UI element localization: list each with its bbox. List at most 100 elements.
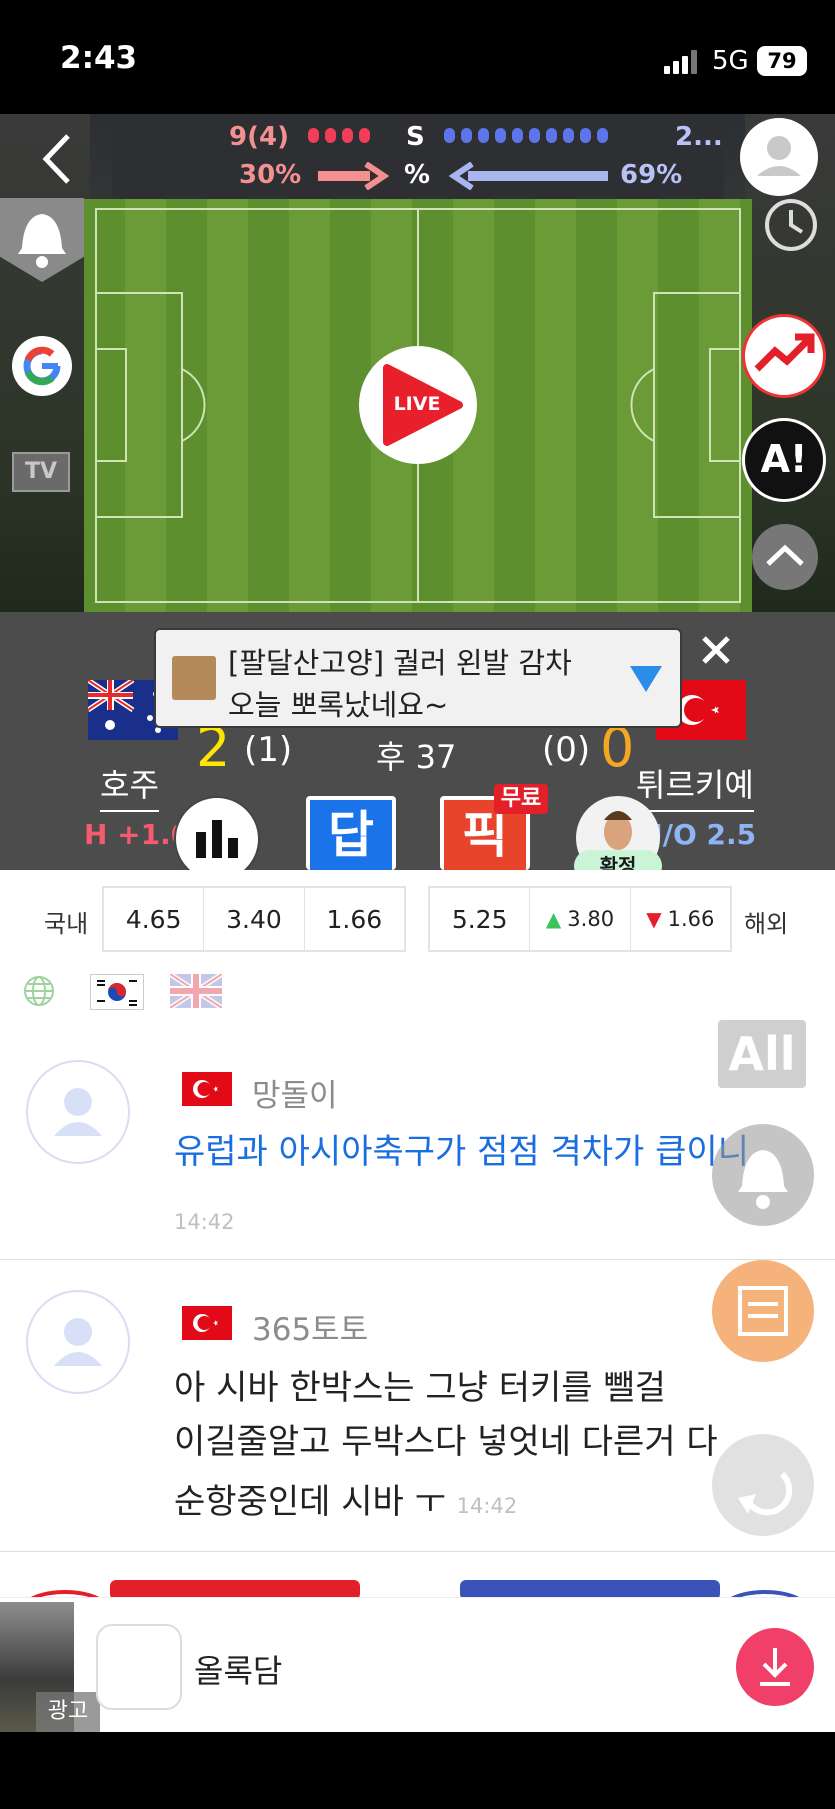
overseas-odd-loss[interactable]: ▼ 1.66: [631, 888, 730, 950]
domestic-odd-loss[interactable]: 1.66: [305, 888, 404, 950]
google-icon: [23, 346, 61, 386]
chat-popup-line2: 오늘 뽀록났네요~: [228, 688, 449, 722]
possession-label: %: [404, 160, 431, 190]
clock-icon: [765, 199, 817, 251]
all-filter-button[interactable]: All: [718, 1020, 806, 1088]
korea-flag-button[interactable]: [90, 974, 144, 1010]
ad-label: 광고: [36, 1692, 100, 1732]
home-half-score: (1): [244, 730, 293, 770]
overseas-odd-win[interactable]: 5.25: [430, 888, 531, 950]
chat-popup-line1: [팔달산고양] 궐러 왼발 감차: [228, 646, 572, 680]
match-time: 후 37: [376, 738, 457, 776]
history-button[interactable]: [760, 194, 822, 256]
battery-indicator: 79: [757, 46, 807, 76]
odds-row: 국내 4.65 3.40 1.66 5.25 ▲ 3.80 ▼ 1.66 해외: [0, 870, 835, 970]
bar-chart-icon: [196, 820, 238, 858]
live-play-button[interactable]: LIVE: [359, 346, 477, 464]
shots-left-dots: [308, 128, 376, 147]
match-stats-bar: 9(4) S 2... 30% % 69%: [112, 114, 724, 199]
home-indicator-area: [0, 1732, 835, 1809]
uk-flag-button[interactable]: [168, 971, 224, 1011]
possession-right: 69%: [620, 160, 683, 190]
chevron-up-icon: [766, 544, 804, 566]
comment-item: 365토토 아 시바 한박스는 그냥 터키를 뺄걸 이길줄알고 두박스다 넣엇네…: [0, 1260, 835, 1552]
download-button[interactable]: [736, 1628, 814, 1706]
triangle-up-icon: ▲: [545, 907, 562, 931]
back-button[interactable]: [30, 124, 90, 194]
user-icon: [54, 1088, 102, 1136]
ai-button[interactable]: A!: [742, 418, 826, 502]
uk-flag-icon: [168, 971, 224, 1011]
korea-flag-icon: [97, 980, 137, 1006]
user-icon: [757, 136, 801, 176]
arrow-left-icon: [448, 161, 608, 194]
refresh-icon: [738, 1471, 793, 1516]
chevron-left-icon: [42, 134, 70, 184]
triangle-down-icon: [630, 666, 662, 692]
close-popup-button[interactable]: [696, 630, 736, 670]
shots-right-dots: [444, 128, 614, 147]
comment-item: 망돌이 유럽과 아시아축구가 점점 격차가 큽이니 14:42: [0, 1030, 835, 1260]
tv-button[interactable]: TV: [12, 452, 70, 492]
ad-banner[interactable]: 광고 올록담: [0, 1597, 835, 1732]
answer-label: 답: [310, 800, 392, 870]
overseas-label: 해외: [744, 910, 789, 938]
comment-text-line1: 아 시바 한박스는 그냥 터키를 뺄걸: [174, 1368, 666, 1408]
possession-left: 30%: [239, 160, 302, 190]
turkey-flag-icon: [182, 1072, 232, 1106]
document-icon: [738, 1286, 788, 1336]
memo-float-button[interactable]: [712, 1260, 814, 1362]
status-bar: 2:43 5G 79: [0, 0, 835, 114]
shots-label: S: [406, 122, 425, 152]
close-icon: [702, 636, 730, 664]
answer-button[interactable]: 답: [306, 796, 396, 870]
status-time: 2:43: [60, 40, 138, 76]
domestic-odd-win[interactable]: 4.65: [104, 888, 205, 950]
app-icon: [96, 1624, 182, 1710]
comment-time: 14:42: [456, 1494, 518, 1518]
overseas-odd-draw[interactable]: ▲ 3.80: [530, 888, 631, 950]
comment-avatar: [26, 1290, 130, 1394]
comment-text: 유럽과 아시아축구가 점점 격차가 큽이니: [174, 1132, 749, 1172]
home-team-name[interactable]: 호주: [100, 760, 159, 812]
domestic-odd-draw[interactable]: 3.40: [204, 888, 305, 950]
match-visual-area: 9(4) S 2... 30% % 69% LIVE TV A!: [0, 114, 835, 612]
domestic-odds: 4.65 3.40 1.66: [102, 886, 406, 952]
shots-left: 9(4): [229, 122, 289, 152]
arrow-right-icon: [318, 161, 390, 194]
google-button[interactable]: [12, 336, 72, 396]
trend-button[interactable]: [742, 314, 826, 398]
next-comment-preview: [0, 1560, 835, 1600]
scroll-up-button[interactable]: [752, 524, 818, 590]
comment-text-line3: 순항중인데 시바 ㅜ 14:42: [174, 1482, 518, 1522]
live-label: LIVE: [393, 393, 441, 415]
signal-icon: [664, 50, 700, 74]
comment-nick: 365토토: [252, 1312, 369, 1348]
refresh-float-button[interactable]: [712, 1434, 814, 1536]
ad-title: 올록담: [194, 1652, 283, 1690]
comment-avatar: [26, 1060, 130, 1164]
bell-icon: [738, 1150, 788, 1209]
shots-right: 2...: [675, 122, 723, 152]
comment-text-line2: 이길줄알고 두박스다 넣엇네 다른거 다: [174, 1422, 718, 1462]
globe-filter-button[interactable]: [22, 974, 56, 1008]
comment-time: 14:42: [174, 1210, 235, 1234]
user-icon: [54, 1318, 102, 1366]
globe-icon: [24, 976, 54, 1006]
profile-button[interactable]: [740, 118, 818, 196]
chat-popup[interactable]: [팔달산고양] 궐러 왼발 감차 오늘 뽀록났네요~: [154, 628, 682, 728]
free-badge: 무료: [494, 784, 548, 814]
trend-up-icon: [754, 333, 815, 372]
network-type: 5G: [712, 46, 749, 76]
score-panel: 2 (1) 후 37 (0) 0 호주 튀르키예 H +1.0 U/O 2.5 …: [0, 612, 835, 882]
chat-popup-avatar: [172, 656, 216, 700]
turkey-flag-icon: [182, 1306, 232, 1340]
away-team-name[interactable]: 튀르키예: [636, 760, 754, 812]
domestic-label: 국내: [44, 910, 89, 938]
alert-float-button[interactable]: [712, 1124, 814, 1226]
comment-nick: 망돌이: [252, 1078, 338, 1114]
overseas-odds: 5.25 ▲ 3.80 ▼ 1.66: [428, 886, 732, 952]
download-icon: [760, 1648, 790, 1686]
away-half-score: (0): [542, 730, 591, 770]
triangle-down-icon: ▼: [646, 907, 662, 931]
